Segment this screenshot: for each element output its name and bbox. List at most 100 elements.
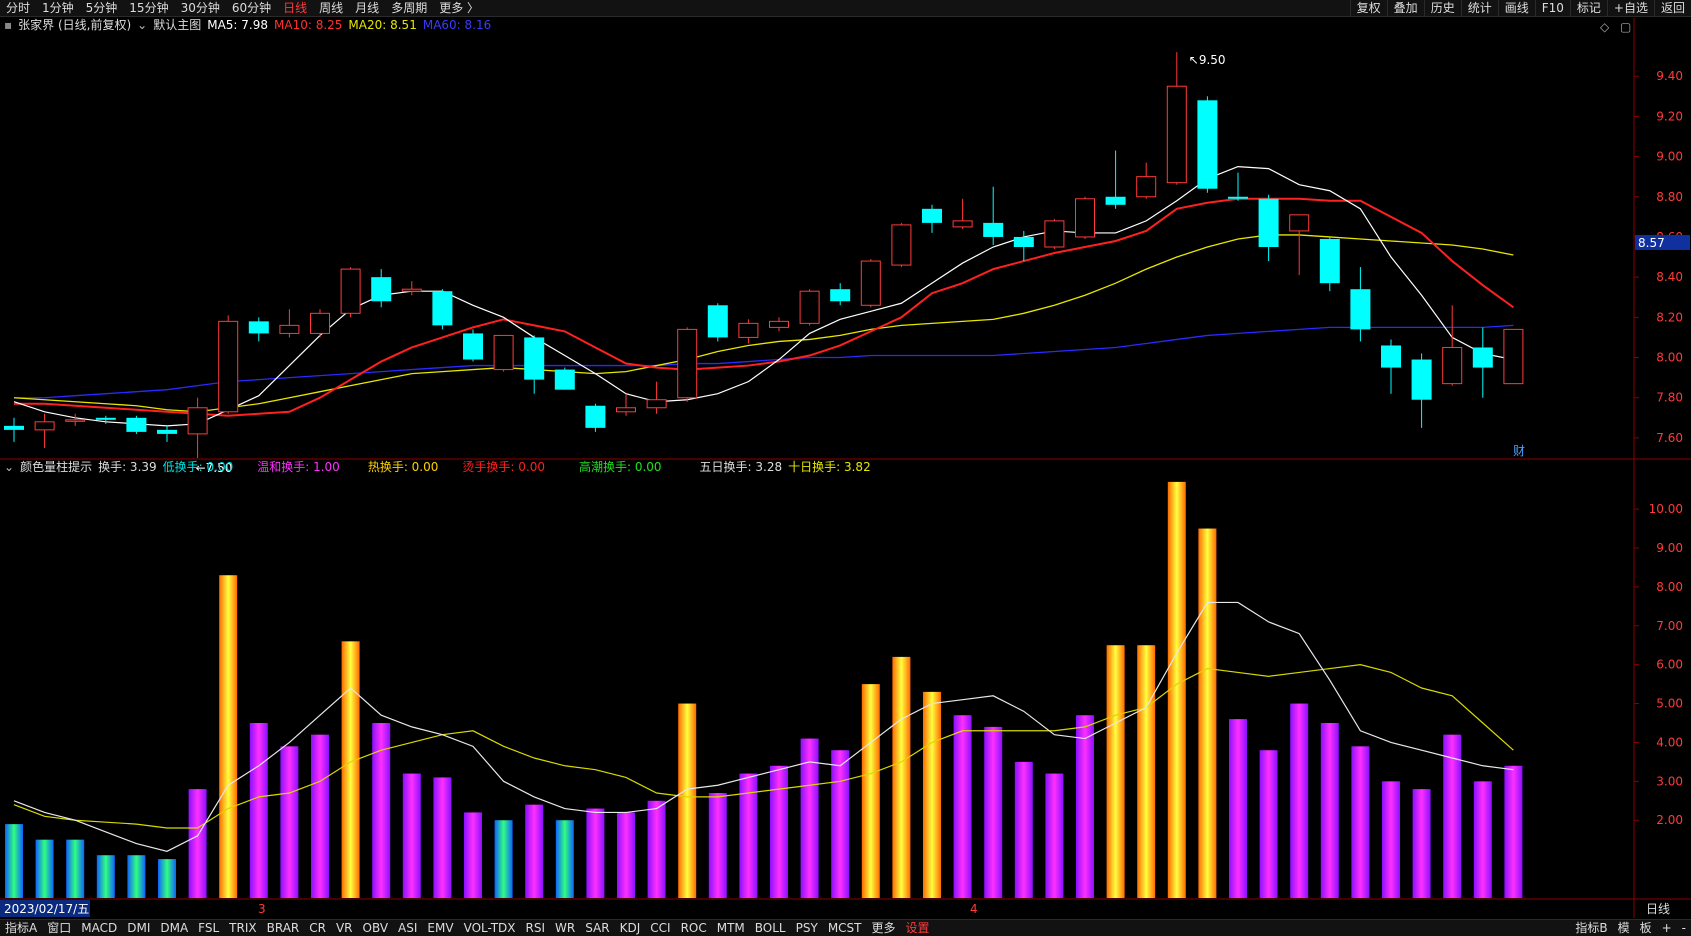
indicator-tab-16[interactable]: SAR — [580, 920, 614, 936]
candle-down — [1411, 359, 1432, 400]
month-mark-3: 3 — [258, 902, 266, 916]
indicator-tab-0[interactable]: 指标A — [0, 920, 42, 936]
indicator-right-button-4[interactable]: - — [1677, 920, 1691, 936]
indicator-tab-6[interactable]: TRIX — [224, 920, 261, 936]
scorching-turnover-label: 烫手换手: 0.00 — [462, 460, 545, 474]
indicator-tab-23[interactable]: MCST — [823, 920, 867, 936]
indicator-tab-10[interactable]: OBV — [358, 920, 394, 936]
indicator-tab-3[interactable]: DMI — [122, 920, 155, 936]
template-name[interactable]: 默认主图 — [153, 18, 201, 32]
indicator-select-icon[interactable]: ⌄ — [4, 460, 14, 474]
candle-down — [1105, 196, 1126, 205]
turnover-bar — [647, 800, 666, 898]
indicator-tab-9[interactable]: VR — [331, 920, 358, 936]
candle-up — [1044, 220, 1065, 248]
turnover-bar — [892, 656, 911, 898]
sub-tick-label: 9.00 — [1656, 541, 1683, 555]
indicator-tab-5[interactable]: FSL — [193, 920, 224, 936]
turnover-bar — [617, 812, 635, 898]
indicator-tab-4[interactable]: DMA — [155, 920, 193, 936]
indicator-tab-22[interactable]: PSY — [791, 920, 823, 936]
turnover-bar — [1137, 645, 1156, 898]
indicator-tab-25[interactable]: 设置 — [901, 920, 935, 936]
turnover-bar — [1167, 481, 1186, 898]
ma20-label: MA20: 8.51 — [348, 18, 417, 32]
indicator-tab-11[interactable]: ASI — [393, 920, 422, 936]
indicator-tab-12[interactable]: EMV — [422, 920, 458, 936]
sub-tick-label: 4.00 — [1656, 735, 1683, 749]
turnover-bar — [708, 793, 727, 898]
indicator-tab-18[interactable]: CCI — [645, 920, 675, 936]
indicator-tab-2[interactable]: MACD — [76, 920, 122, 936]
indicator-tab-13[interactable]: VOL-TDX — [459, 920, 521, 936]
turnover-bar — [923, 691, 941, 898]
indicator-tab-8[interactable]: CR — [304, 920, 331, 936]
maximize-icon[interactable]: ▢ — [1620, 20, 1631, 34]
indicator-tab-1[interactable]: 窗口 — [42, 920, 76, 936]
indicator-tab-7[interactable]: BRAR — [262, 920, 305, 936]
turnover-bar — [1320, 723, 1339, 898]
candle-up — [860, 260, 881, 306]
candle-up — [1289, 214, 1310, 232]
indicator-tab-14[interactable]: RSI — [521, 920, 551, 936]
indicator-name[interactable]: 颜色量柱提示 — [20, 460, 92, 474]
candle-up — [769, 320, 789, 328]
indicator-tab-19[interactable]: ROC — [676, 920, 712, 936]
candle-up — [1442, 346, 1463, 385]
turnover-label: 换手: 3.39 — [98, 460, 157, 474]
candle-down — [95, 417, 116, 420]
indicator-tab-15[interactable]: WR — [550, 920, 580, 936]
candle-down — [1197, 100, 1218, 189]
candle-up — [891, 224, 912, 266]
sub-tick-label: 5.00 — [1656, 697, 1683, 711]
turnover-bar — [953, 715, 972, 898]
candle-up — [1136, 176, 1157, 198]
turnover-bar — [158, 859, 176, 898]
candle-down — [1228, 196, 1248, 199]
candle-up — [677, 328, 698, 399]
candle-down — [585, 405, 606, 428]
turnover-bar — [586, 808, 605, 898]
hot-turnover-label: 热换手: 0.00 — [367, 460, 439, 474]
indicator-right-button-0[interactable]: 指标B — [1570, 920, 1612, 936]
turnover-bar — [1076, 715, 1094, 898]
high-price-annotation: ↖9.50 — [1189, 53, 1226, 67]
turnover-bar — [555, 820, 574, 898]
turnover-bar — [1473, 781, 1492, 898]
turnover-bar — [1259, 750, 1278, 898]
sub-legend: ⌄ 颜色量柱提示 换手: 3.39 低换手: 0.00 温和换手: 1.00 热换手: 0… — [4, 459, 877, 475]
month-mark-4: 4 — [970, 902, 978, 916]
candle-down — [1319, 238, 1340, 284]
turnover-bar — [1351, 746, 1370, 898]
indicator-tab-24[interactable]: 更多 — [867, 920, 901, 936]
ma20-line — [13, 234, 1514, 413]
candle-down — [922, 208, 942, 223]
template-select-icon[interactable]: ⌄ — [137, 18, 147, 32]
indicator-right-button-1[interactable]: 模 — [1613, 920, 1635, 936]
candle-up — [34, 421, 55, 431]
indicator-right-button-2[interactable]: 板 — [1635, 920, 1657, 936]
climax-turnover-label: 高潮换手: 0.00 — [578, 460, 662, 474]
mild-turnover-label: 温和换手: 1.00 — [257, 460, 340, 474]
sub-tick-label: 7.00 — [1656, 619, 1683, 633]
ma5-line — [13, 166, 1514, 427]
candle-down — [157, 429, 177, 434]
turnover-bar — [1412, 789, 1431, 898]
price-tick-label: 8.00 — [1656, 351, 1683, 365]
candle-down — [707, 305, 728, 338]
price-tick-label: 8.40 — [1656, 270, 1683, 284]
date-label: 2023/02/17/五 — [4, 902, 89, 916]
indicator-tab-20[interactable]: MTM — [712, 920, 750, 936]
turnover-bar — [280, 746, 299, 898]
candle-up — [310, 312, 330, 334]
indicator-tab-21[interactable]: BOLL — [750, 920, 791, 936]
indicator-toolbar: 指标A 窗口 MACD DMI DMA FSL TRIX BRAR CR VR OBV ASI EMV V… — [0, 919, 1691, 936]
indicator-right-button-3[interactable]: + — [1657, 920, 1677, 936]
turnover-bar — [984, 726, 1003, 898]
indicator-tab-17[interactable]: KDJ — [615, 920, 646, 936]
candle-up — [616, 407, 636, 413]
candle-down — [554, 369, 575, 390]
diamond-icon[interactable]: ◇ — [1600, 20, 1609, 34]
candle-up — [1503, 328, 1524, 385]
ma60-label: MA60: 8.16 — [422, 18, 492, 32]
